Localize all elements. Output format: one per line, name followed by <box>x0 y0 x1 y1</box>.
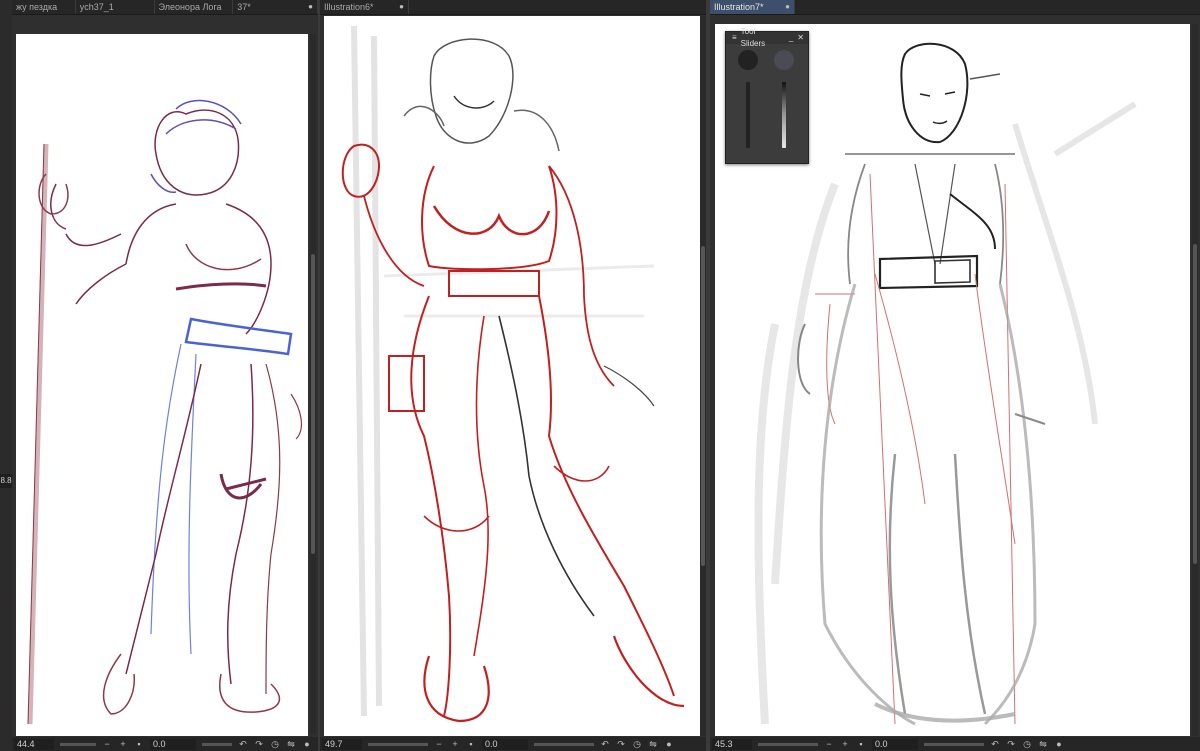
rotation-input[interactable]: 0.0 <box>872 738 918 750</box>
zoom-input[interactable]: 49.7 <box>322 738 362 750</box>
tab-doc-4[interactable]: 37* ● <box>233 0 318 14</box>
flip-icon[interactable]: ⇋ <box>1038 739 1048 749</box>
opacity-preview <box>774 50 794 70</box>
modified-dot-icon: ● <box>399 2 404 11</box>
drawing-canvas-2[interactable] <box>324 16 700 736</box>
tool-sliders-panel[interactable]: ≡ Tool Sliders _ ✕ <box>725 27 809 164</box>
modified-dot-icon: ● <box>308 2 313 11</box>
flip-icon[interactable]: ⇋ <box>648 739 658 749</box>
tab-label: Illustration7* <box>714 2 764 12</box>
modified-dot-icon: ● <box>785 2 790 11</box>
brush-size-slider[interactable] <box>746 82 750 148</box>
reset-icon[interactable]: ◷ <box>1022 739 1032 749</box>
tab-doc-2[interactable]: усh37_1 <box>76 0 155 14</box>
zoom-input[interactable]: 45.3 <box>712 738 752 750</box>
rotate-right-icon[interactable]: ↷ <box>616 739 626 749</box>
stop-icon[interactable]: ● <box>664 739 674 749</box>
tab-label: Элеонора Лога <box>158 2 222 12</box>
close-icon[interactable]: ✕ <box>797 32 808 44</box>
fit-icon[interactable]: ▪ <box>856 739 866 749</box>
scrollbar-thumb[interactable] <box>701 246 705 566</box>
plus-icon[interactable]: + <box>450 739 460 749</box>
tab-label: Illustration6* <box>324 2 374 12</box>
brush-size-preview <box>738 50 758 70</box>
tool-sliders-titlebar[interactable]: ≡ Tool Sliders _ ✕ <box>726 27 808 48</box>
flip-icon[interactable]: ⇋ <box>286 739 296 749</box>
vertical-scrollbar-3[interactable] <box>1192 24 1198 736</box>
status-bar-2: 49.7 − + ▪ 0.0 ↶ ↷ ◷ ⇋ ● <box>320 737 706 751</box>
vertical-scrollbar-1[interactable] <box>310 34 316 734</box>
scrollbar-thumb[interactable] <box>311 254 315 554</box>
stop-icon[interactable]: ● <box>1054 739 1064 749</box>
opacity-slider[interactable] <box>782 82 786 148</box>
vertical-scrollbar-2[interactable] <box>700 16 706 736</box>
rotate-left-icon[interactable]: ↶ <box>238 739 248 749</box>
sketch-armored-woman <box>341 25 685 723</box>
rotate-left-icon[interactable]: ↶ <box>990 739 1000 749</box>
rotation-slider[interactable] <box>202 742 232 746</box>
status-bar-1: 44.4 − + ▪ 0.0 ↶ ↷ ◷ ⇋ ● <box>12 737 318 751</box>
rotate-right-icon[interactable]: ↷ <box>1006 739 1016 749</box>
tool-sliders-title: Tool Sliders <box>740 27 766 48</box>
tab-label: жу пездка <box>16 2 58 12</box>
zoom-slider[interactable] <box>368 742 428 746</box>
drawing-canvas-1[interactable] <box>16 34 308 736</box>
status-bar-3: 45.3 − + ▪ 0.0 ↶ ↷ ◷ ⇋ ● <box>710 737 1200 751</box>
zoom-slider[interactable] <box>758 742 818 746</box>
fit-icon[interactable]: ▪ <box>134 739 144 749</box>
tab-doc-3[interactable]: Элеонора Лога <box>155 0 234 14</box>
reset-icon[interactable]: ◷ <box>632 739 642 749</box>
minus-icon[interactable]: − <box>434 739 444 749</box>
zoom-slider[interactable] <box>60 742 96 746</box>
sketch-elf-staff <box>27 99 303 725</box>
document-pane-2: Illustration6* ● 49.7 − + ▪ 0.0 ↶ ↷ ◷ ⇋ … <box>320 0 706 751</box>
rotation-slider[interactable] <box>924 742 984 746</box>
rotate-right-icon[interactable]: ↷ <box>254 739 264 749</box>
tab-doc-1[interactable]: жу пездка <box>12 0 76 14</box>
plus-icon[interactable]: + <box>840 739 850 749</box>
fit-icon[interactable]: ▪ <box>466 739 476 749</box>
minus-icon[interactable]: − <box>824 739 834 749</box>
tab-illustration7[interactable]: Illustration7* ● <box>710 0 795 14</box>
rotation-input[interactable]: 0.0 <box>482 738 528 750</box>
tab-bar-3: Illustration7* ● <box>710 0 1200 15</box>
side-value[interactable]: 8.8 <box>0 474 12 488</box>
rotation-slider[interactable] <box>534 742 594 746</box>
left-tool-strip: 8.8 <box>0 0 12 751</box>
tab-bar-1: жу пездка усh37_1 Элеонора Лога 37* ● <box>12 0 318 15</box>
scrollbar-thumb[interactable] <box>1193 244 1197 564</box>
rotation-input[interactable]: 0.0 <box>150 738 196 750</box>
tab-label: усh37_1 <box>79 2 114 12</box>
minimize-icon[interactable]: _ <box>789 32 793 44</box>
stop-icon[interactable]: ● <box>302 739 312 749</box>
zoom-input[interactable]: 44.4 <box>14 738 54 750</box>
minus-icon[interactable]: − <box>102 739 112 749</box>
rotate-left-icon[interactable]: ↶ <box>600 739 610 749</box>
tab-illustration6[interactable]: Illustration6* ● <box>320 0 409 14</box>
plus-icon[interactable]: + <box>118 739 128 749</box>
document-pane-1: жу пездка усh37_1 Элеонора Лога 37* ● 44… <box>12 0 318 751</box>
tab-label: 37* <box>237 2 251 12</box>
reset-icon[interactable]: ◷ <box>270 739 280 749</box>
tab-bar-2: Illustration6* ● <box>320 0 706 15</box>
grip-icon[interactable]: ≡ <box>732 32 737 44</box>
